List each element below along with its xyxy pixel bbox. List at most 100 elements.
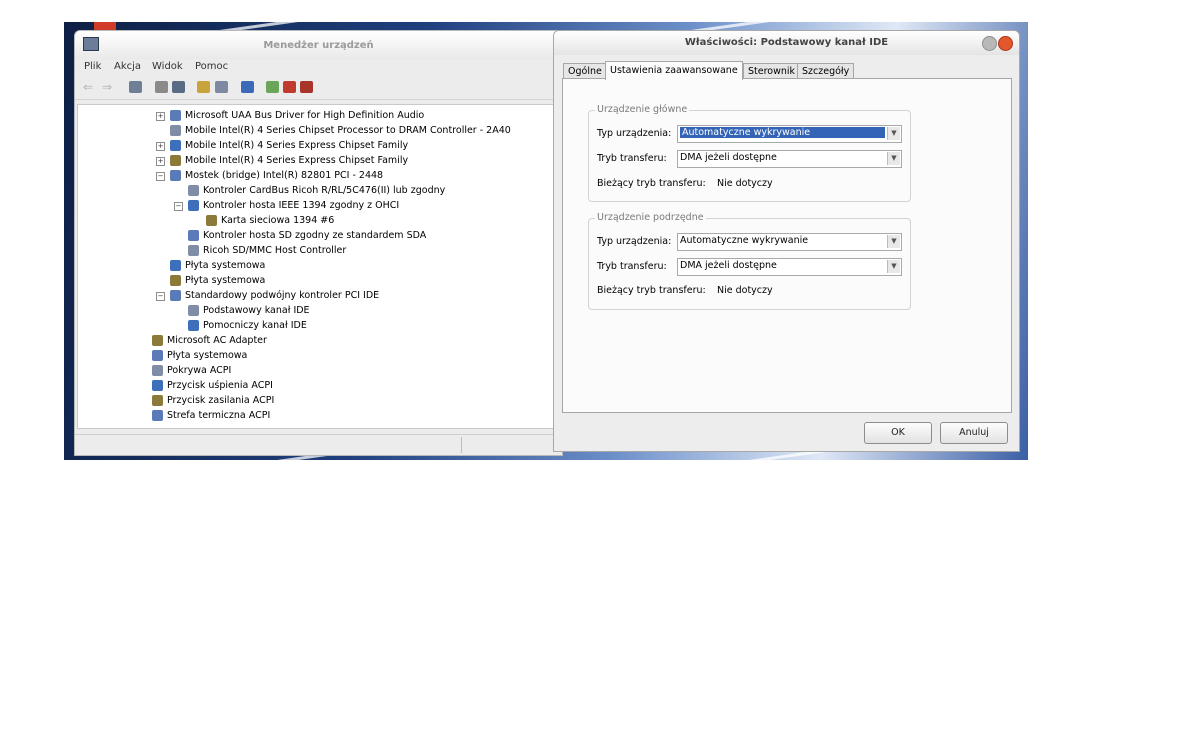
primary-transfer-mode-value: DMA jeżeli dostępne (680, 152, 777, 163)
expand-icon[interactable]: + (156, 112, 165, 121)
device-icon (188, 245, 199, 256)
menu-plik[interactable]: Plik (84, 61, 101, 72)
secondary-transfer-mode-select[interactable]: DMA jeżeli dostępne ▼ (677, 258, 902, 276)
device-icon (152, 410, 163, 421)
device-icon (170, 125, 181, 136)
secondary-device-type-value: Automatyczne wykrywanie (680, 235, 809, 246)
menu-bar: Plik Akcja Widok Pomoc (75, 59, 562, 77)
expand-icon[interactable]: + (156, 142, 165, 151)
secondary-current-mode-value: Nie dotyczy (717, 285, 773, 296)
secondary-device-type-label: Typ urządzenia: (597, 236, 672, 247)
tree-item-label: Przycisk zasilania ACPI (167, 395, 275, 406)
primary-current-mode-label: Bieżący tryb transferu: (597, 178, 706, 189)
primary-current-mode-value: Nie dotyczy (717, 178, 773, 189)
primary-transfer-mode-label: Tryb transferu: (597, 153, 667, 164)
tree-item-label: Kontroler hosta SD zgodny ze standardem … (203, 230, 427, 241)
status-bar-divider (461, 437, 462, 453)
secondary-device-type-select[interactable]: Automatyczne wykrywanie ▼ (677, 233, 902, 251)
properties-icon[interactable] (155, 81, 168, 93)
secondary-current-mode-label: Bieżący tryb transferu: (597, 285, 706, 296)
device-icon (206, 215, 217, 226)
device-icon (170, 275, 181, 286)
cancel-button[interactable]: Anuluj (940, 422, 1008, 444)
device-tree[interactable]: + Microsoft UAA Bus Driver for High Defin… (77, 104, 558, 429)
scan-hardware-icon[interactable] (241, 81, 254, 93)
expand-icon[interactable]: + (156, 157, 165, 166)
properties-titlebar[interactable]: Właściwości: Podstawowy kanał IDE (554, 31, 1019, 55)
device-icon (152, 335, 163, 346)
tree-item-label: Microsoft UAA Bus Driver for High Defini… (185, 110, 425, 121)
tree-item-label: Płyta systemowa (167, 350, 248, 361)
show-hide-action-pane-icon[interactable] (215, 81, 228, 93)
tree-item-label: Podstawowy kanał IDE (203, 305, 310, 316)
tree-item-label: Pomocniczy kanał IDE (203, 320, 307, 331)
device-icon (170, 110, 181, 121)
help-icon[interactable] (197, 81, 210, 93)
tab-driver[interactable]: Sterownik (743, 63, 801, 79)
menu-akcja[interactable]: Akcja (114, 61, 141, 72)
device-icon (152, 380, 163, 391)
primary-device-group-label: Urządzenie główne (595, 104, 690, 115)
tab-advanced-settings[interactable]: Ustawienia zaawansowane (605, 61, 743, 80)
ok-button[interactable]: OK (864, 422, 932, 444)
secondary-transfer-mode-value: DMA jeżeli dostępne (680, 260, 777, 271)
tab-details[interactable]: Szczegóły (797, 63, 855, 79)
tree-item-label: Płyta systemowa (185, 260, 266, 271)
tree-item-label: Kontroler CardBus Ricoh R/RL/5C476(II) l… (203, 185, 446, 196)
tree-item-label: Strefa termiczna ACPI (167, 410, 271, 421)
device-icon (170, 155, 181, 166)
secondary-device-group: Urządzenie podrzędne Typ urządzenia: Aut… (588, 212, 911, 310)
device-manager-title: Menedżer urządzeń (263, 40, 374, 51)
chevron-down-icon[interactable]: ▼ (887, 127, 900, 140)
screenshot-root: { "device_manager": { "title": "Menedżer… (0, 0, 1200, 750)
tree-item-label: Karta sieciowa 1394 #6 (221, 215, 335, 226)
status-bar (75, 434, 562, 455)
close-button[interactable] (998, 36, 1013, 51)
tree-item-label: Pokrywa ACPI (167, 365, 232, 376)
device-icon (170, 290, 181, 301)
menu-widok[interactable]: Widok (152, 61, 183, 72)
forward-arrow-icon[interactable]: ⇒ (102, 80, 112, 94)
device-manager-window: Menedżer urządzeń Plik Akcja Widok Pomoc… (74, 30, 563, 456)
tree-item-label: Mobile Intel(R) 4 Series Chipset Process… (185, 125, 511, 136)
disable-device-icon[interactable] (283, 81, 296, 93)
uninstall-device-icon[interactable] (300, 81, 313, 93)
tab-general[interactable]: Ogólne (563, 63, 607, 79)
minimize-button[interactable] (982, 36, 997, 51)
advanced-settings-panel: Urządzenie główne Typ urządzenia: Automa… (562, 78, 1012, 413)
device-icon (188, 320, 199, 331)
tree-item-label: Microsoft AC Adapter (167, 335, 267, 346)
tree-item-label: Standardowy podwójny kontroler PCI IDE (185, 290, 380, 301)
collapse-icon[interactable]: − (174, 202, 183, 211)
secondary-transfer-mode-label: Tryb transferu: (597, 261, 667, 272)
device-icon (170, 140, 181, 151)
chevron-down-icon[interactable]: ▼ (887, 235, 900, 248)
primary-device-type-select[interactable]: Automatyczne wykrywanie ▼ (677, 125, 902, 143)
primary-device-group: Urządzenie główne Typ urządzenia: Automa… (588, 104, 911, 202)
primary-transfer-mode-select[interactable]: DMA jeżeli dostępne ▼ (677, 150, 902, 168)
update-driver-icon[interactable] (266, 81, 279, 93)
device-icon (170, 170, 181, 181)
back-arrow-icon[interactable]: ⇐ (83, 80, 93, 94)
device-manager-titlebar[interactable]: Menedżer urządzeń (75, 31, 562, 59)
device-icon (170, 260, 181, 271)
collapse-icon[interactable]: − (156, 292, 165, 301)
chevron-down-icon[interactable]: ▼ (887, 260, 900, 273)
properties-dialog: Właściwości: Podstawowy kanał IDE Ogólne… (553, 30, 1020, 452)
menu-pomoc[interactable]: Pomoc (195, 61, 228, 72)
collapse-icon[interactable]: − (156, 172, 165, 181)
device-icon (188, 230, 199, 241)
device-icon (188, 305, 199, 316)
show-hide-console-tree-icon[interactable] (129, 81, 142, 93)
device-icon (152, 365, 163, 376)
tree-item-label: Mobile Intel(R) 4 Series Express Chipset… (185, 155, 409, 166)
tree-item-label: Kontroler hosta IEEE 1394 zgodny z OHCI (203, 200, 400, 211)
pdf-icon[interactable] (94, 22, 116, 30)
primary-device-type-value: Automatyczne wykrywanie (680, 127, 885, 138)
device-icon (152, 350, 163, 361)
print-icon[interactable] (172, 81, 185, 93)
chevron-down-icon[interactable]: ▼ (887, 152, 900, 165)
tree-item-label: Płyta systemowa (185, 275, 266, 286)
tree-item-label: Mostek (bridge) Intel(R) 82801 PCI - 244… (185, 170, 384, 181)
tree-item-label: Mobile Intel(R) 4 Series Express Chipset… (185, 140, 409, 151)
